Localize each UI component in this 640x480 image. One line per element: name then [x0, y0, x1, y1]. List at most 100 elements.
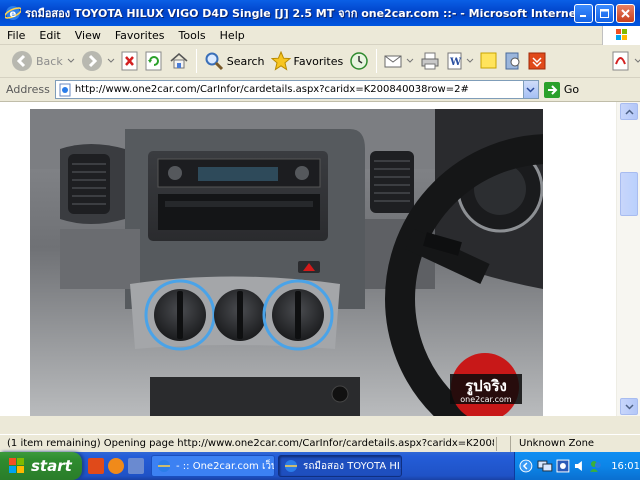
- network-icon[interactable]: [537, 459, 553, 473]
- desktop-icon[interactable]: [128, 458, 144, 474]
- forward-arrow-icon: [81, 51, 102, 71]
- minimize-icon: [580, 14, 586, 17]
- refresh-button[interactable]: [142, 48, 166, 74]
- toolbar-separator: [195, 49, 197, 73]
- windows-flag-icon: [616, 29, 627, 40]
- content-bottom-gap: [0, 416, 640, 434]
- menu-edit[interactable]: Edit: [32, 29, 67, 42]
- address-input[interactable]: http://www.one2car.com/CarInfor/cardetai…: [54, 80, 539, 99]
- history-icon: [350, 52, 368, 70]
- search-button[interactable]: Search: [201, 48, 268, 74]
- back-button[interactable]: Back: [8, 48, 78, 74]
- watermark-text: รูปจริง: [465, 377, 507, 396]
- status-text: (1 item remaining) Opening page http://w…: [7, 438, 494, 449]
- zone-label: Unknown Zone: [519, 438, 595, 449]
- menu-bar: File Edit View Favorites Tools Help: [0, 26, 640, 45]
- progress-cell: [496, 436, 510, 451]
- close-icon: [621, 8, 630, 18]
- favorites-button[interactable]: Favorites: [268, 48, 347, 74]
- menu-favorites[interactable]: Favorites: [108, 29, 172, 42]
- minimize-button[interactable]: [574, 3, 593, 23]
- hazard-switch: [298, 261, 320, 273]
- chevron-down-icon: [634, 58, 640, 63]
- menu-file[interactable]: File: [0, 29, 32, 42]
- stop-icon: [121, 51, 138, 71]
- chevron-left-icon[interactable]: [519, 459, 533, 473]
- scroll-thumb[interactable]: [620, 172, 638, 216]
- status-bar: (1 item remaining) Opening page http://w…: [0, 434, 640, 452]
- vertical-scrollbar[interactable]: [616, 102, 640, 416]
- chevron-down-icon: [107, 58, 115, 63]
- chevron-down-icon: [406, 58, 414, 63]
- left-air-vent: [68, 154, 110, 214]
- address-dropdown-button[interactable]: [522, 81, 538, 98]
- print-button[interactable]: [417, 48, 443, 74]
- window-title: รถมือสอง TOYOTA HILUX VIGO D4D Single [J…: [25, 7, 574, 20]
- chevron-down-icon: [526, 86, 535, 93]
- windows-logo: [602, 26, 640, 45]
- internet-explorer-icon: e: [5, 6, 21, 20]
- toolbar-separator: [376, 49, 378, 73]
- address-bar: Address http://www.one2car.com/CarInfor/…: [0, 78, 640, 102]
- car-interior-photo: รูปจริง one2car.com: [30, 109, 543, 416]
- favorites-label: Favorites: [293, 54, 344, 68]
- clock: 16:01: [611, 460, 640, 472]
- discuss-button[interactable]: [477, 48, 501, 74]
- research-button[interactable]: [501, 48, 525, 74]
- go-label: Go: [563, 83, 580, 96]
- internet-explorer-icon: [285, 460, 297, 472]
- word-document-icon: W: [447, 52, 462, 70]
- stop-button[interactable]: [118, 48, 142, 74]
- quick-launch-app-icon[interactable]: [88, 458, 104, 474]
- mail-button[interactable]: [381, 48, 417, 74]
- internet-explorer-icon: [158, 460, 170, 472]
- scroll-up-button[interactable]: [620, 103, 638, 120]
- right-air-vent: [370, 151, 414, 213]
- chevron-down-icon: [466, 58, 474, 63]
- printer-icon: [421, 52, 439, 70]
- forward-button[interactable]: [78, 48, 118, 74]
- windows-flag-icon: [9, 458, 24, 473]
- climate-control-panel: [130, 276, 340, 351]
- chevron-down-icon: [67, 58, 75, 63]
- maximize-icon: [600, 8, 609, 18]
- svg-text:e: e: [10, 9, 17, 20]
- taskbar: start - :: One2car.com เว็บ... รถมือสอง …: [0, 452, 640, 480]
- messenger-button[interactable]: [525, 48, 549, 74]
- quick-launch: [88, 458, 148, 474]
- title-bar: e รถมือสอง TOYOTA HILUX VIGO D4D Single …: [0, 0, 640, 26]
- antivirus-icon[interactable]: [556, 459, 570, 473]
- start-button[interactable]: start: [0, 452, 82, 480]
- mail-icon: [384, 55, 402, 68]
- address-url: http://www.one2car.com/CarInfor/cardetai…: [74, 84, 469, 95]
- page-content: รูปจริง one2car.com: [0, 102, 616, 416]
- system-tray: 16:01: [514, 452, 640, 480]
- go-button[interactable]: Go: [543, 81, 579, 99]
- volume-icon[interactable]: [573, 459, 587, 473]
- history-button[interactable]: [346, 48, 372, 74]
- close-button[interactable]: [616, 3, 635, 23]
- maximize-button[interactable]: [595, 3, 614, 23]
- messenger-tray-icon[interactable]: [589, 459, 603, 473]
- standard-toolbar: Back Search Favorites W: [0, 45, 640, 78]
- start-label: start: [31, 457, 72, 475]
- menu-view[interactable]: View: [68, 29, 108, 42]
- firefox-icon[interactable]: [108, 458, 124, 474]
- dashboard-image: รูปจริง one2car.com: [30, 109, 543, 416]
- radio-cassette-unit: [148, 151, 328, 241]
- menu-tools[interactable]: Tools: [172, 29, 213, 42]
- acrobat-button[interactable]: [607, 48, 640, 74]
- home-icon: [170, 53, 188, 69]
- task-label: - :: One2car.com เว็บ...: [176, 460, 274, 472]
- home-button[interactable]: [166, 48, 192, 74]
- svg-text:W: W: [449, 57, 462, 68]
- taskbar-button-current[interactable]: รถมือสอง TOYOTA HI...: [278, 455, 402, 477]
- menu-help[interactable]: Help: [213, 29, 252, 42]
- edit-button[interactable]: W: [443, 48, 477, 74]
- scroll-down-button[interactable]: [620, 398, 638, 415]
- search-label: Search: [226, 54, 265, 68]
- refresh-icon: [145, 51, 162, 71]
- taskbar-button-one2car[interactable]: - :: One2car.com เว็บ...: [151, 455, 275, 477]
- acrobat-pdf-icon: [612, 51, 629, 71]
- note-icon: [480, 52, 497, 69]
